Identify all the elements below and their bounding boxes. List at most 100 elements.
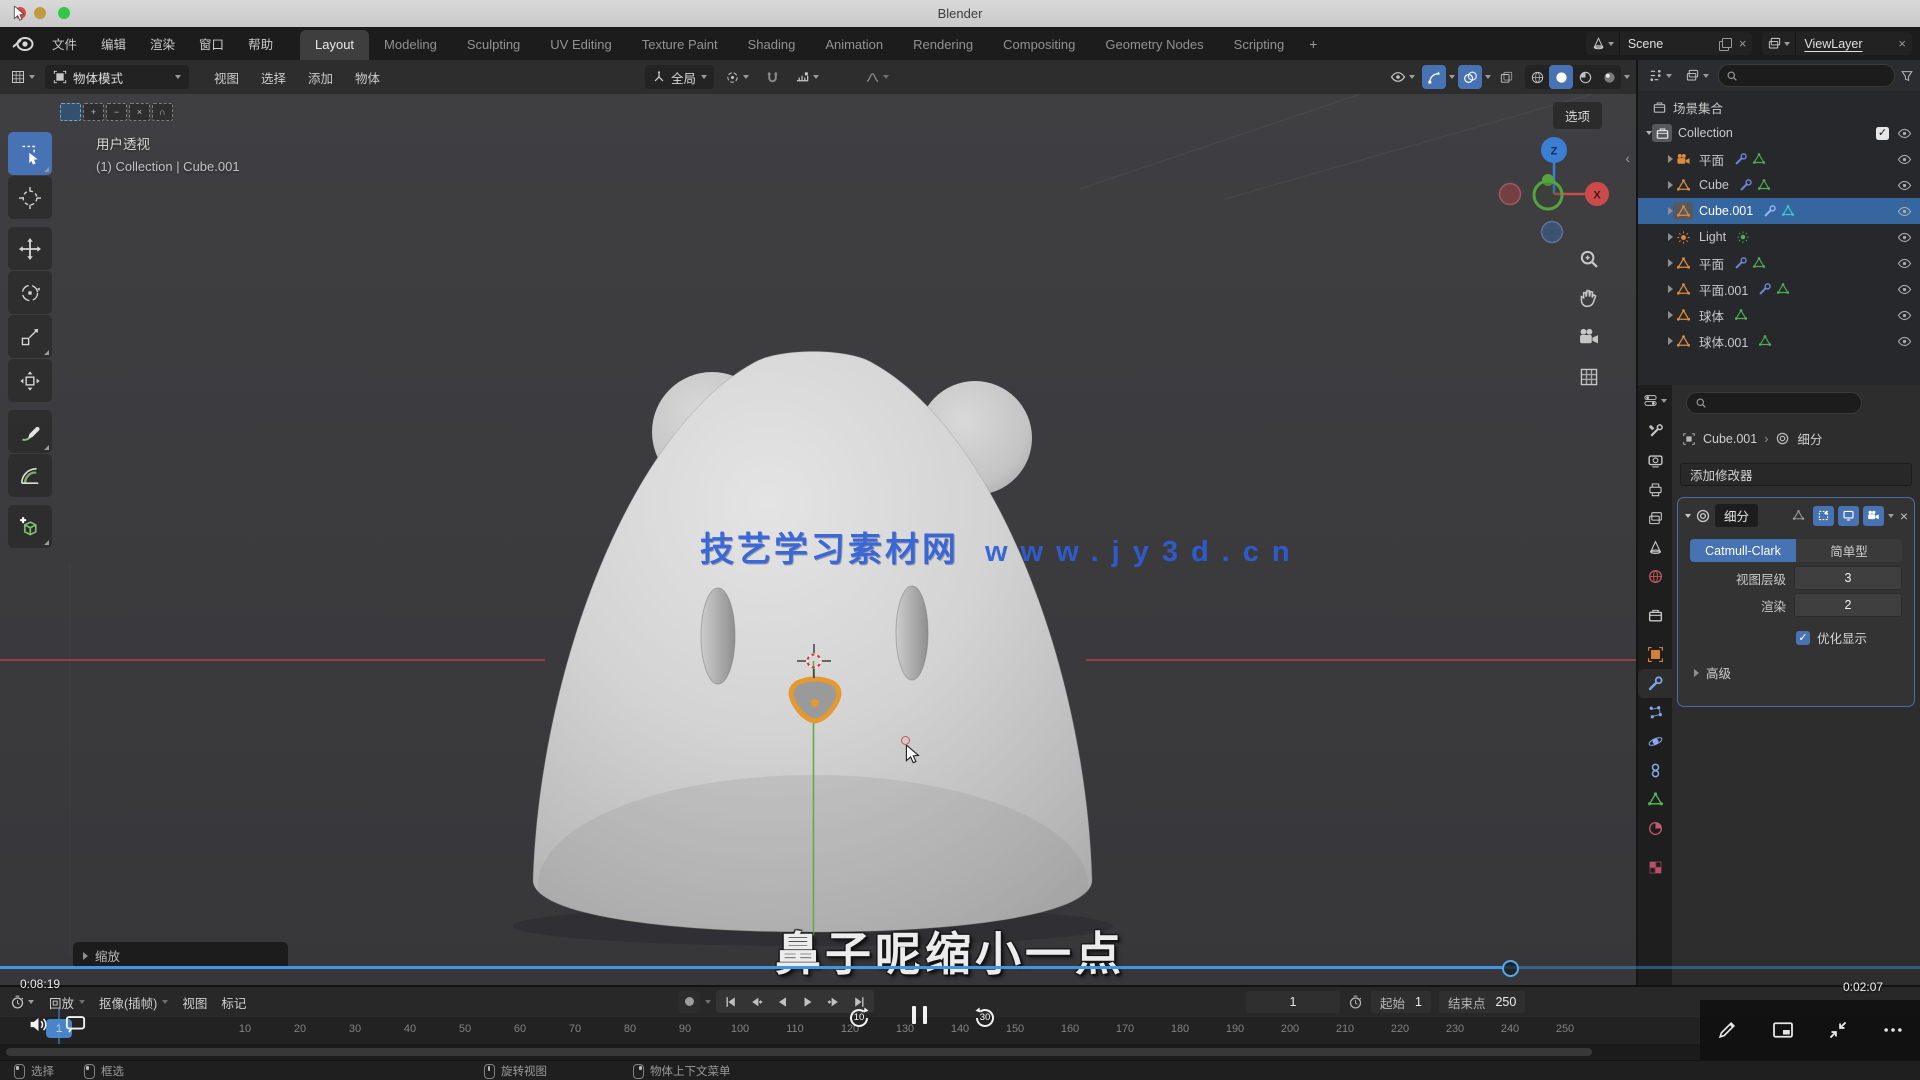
- visibility-eye-icon[interactable]: [1897, 126, 1912, 141]
- visibility-eye-icon[interactable]: [1897, 308, 1912, 323]
- timeline-ruler[interactable]: 1020304050607080901001101201301401501601…: [0, 1017, 1920, 1044]
- workspace-tab-layout[interactable]: Layout: [300, 30, 369, 60]
- subdivision-type-simple[interactable]: 简单型: [1796, 539, 1902, 562]
- workspace-tab-compositing[interactable]: Compositing: [988, 30, 1090, 60]
- overlays-toggle[interactable]: [1458, 65, 1482, 89]
- volume-icon[interactable]: [28, 1014, 49, 1035]
- timeline-editor-type-button[interactable]: [6, 992, 38, 1013]
- select-mode-subtract-icon[interactable]: −: [106, 103, 127, 121]
- shading-wireframe[interactable]: [1525, 65, 1549, 89]
- select-mode-set-icon[interactable]: [60, 103, 81, 121]
- breadcrumb-object[interactable]: Cube.001: [1703, 432, 1757, 446]
- outliner-row-7[interactable]: 球体.001: [1638, 328, 1920, 354]
- properties-tab-particles[interactable]: [1638, 698, 1672, 727]
- viewport-menu-3[interactable]: 物体: [346, 64, 389, 91]
- modifier-extras-icon[interactable]: [1888, 514, 1894, 518]
- blender-logo-icon[interactable]: [12, 34, 34, 52]
- new-scene-icon[interactable]: [1719, 38, 1730, 49]
- properties-tab-tool[interactable]: [1638, 417, 1672, 446]
- properties-tab-view-layer[interactable]: [1638, 504, 1672, 533]
- subtitles-icon[interactable]: [64, 1012, 87, 1035]
- visibility-eye-icon[interactable]: [1897, 178, 1912, 193]
- modifier-close-icon[interactable]: ×: [1900, 508, 1908, 524]
- viewport-3d[interactable]: +−×∩ 用户透视 (1) Collection | Cube.001 选项 ‹…: [0, 94, 1636, 985]
- outliner-row-1[interactable]: Cube: [1638, 172, 1920, 198]
- mode-selector[interactable]: 物体模式: [45, 65, 189, 89]
- workspace-tab-scripting[interactable]: Scripting: [1219, 30, 1300, 60]
- exit-fullscreen-icon[interactable]: [1827, 1019, 1849, 1041]
- subdivision-type-catmull-clark[interactable]: Catmull-Clark: [1690, 539, 1796, 562]
- visibility-eye-icon[interactable]: [1897, 204, 1912, 219]
- modifier-on-cage-toggle[interactable]: [1788, 506, 1809, 526]
- modifier-realtime-toggle[interactable]: [1838, 506, 1859, 526]
- pan-view-hand-icon[interactable]: [1578, 287, 1600, 309]
- topbar-menu-2[interactable]: 渲染: [140, 30, 185, 57]
- video-progress-played[interactable]: [0, 966, 1502, 969]
- scene-selector[interactable]: Scene ×: [1586, 32, 1753, 55]
- properties-tab-constraints[interactable]: [1638, 756, 1672, 785]
- viewlayer-selector[interactable]: ViewLayer ×: [1762, 32, 1912, 55]
- outliner-row-4[interactable]: 平面: [1638, 250, 1920, 276]
- navigation-gizmo[interactable]: Z X: [1494, 134, 1614, 254]
- current-frame-field[interactable]: 1: [1246, 991, 1340, 1013]
- cursor-tool-icon[interactable]: [8, 176, 52, 219]
- picture-in-picture-icon[interactable]: [1771, 1018, 1795, 1042]
- viewport-menu-1[interactable]: 选择: [252, 64, 295, 91]
- play-reverse-button[interactable]: [769, 991, 795, 1012]
- select-mode-extend-icon[interactable]: +: [83, 103, 104, 121]
- skip-back-10-button[interactable]: 10: [846, 1005, 872, 1031]
- rotate-tool-icon[interactable]: [8, 271, 52, 314]
- properties-tab-texture[interactable]: [1638, 853, 1672, 882]
- gizmos-toggle[interactable]: [1422, 65, 1446, 89]
- transform-orientation-selector[interactable]: 全局: [645, 65, 714, 89]
- video-progress-remaining[interactable]: [1502, 966, 1920, 969]
- outliner-row-5[interactable]: 平面.001: [1638, 276, 1920, 302]
- measure-tool-icon[interactable]: [8, 454, 52, 497]
- unlink-scene-icon[interactable]: ×: [1733, 36, 1753, 51]
- workspace-tab-sculpting[interactable]: Sculpting: [452, 30, 535, 60]
- shading-solid[interactable]: [1549, 65, 1573, 89]
- select-mode-intersect-icon[interactable]: ∩: [152, 103, 173, 121]
- field-value[interactable]: 3: [1794, 566, 1902, 590]
- visibility-eye-icon[interactable]: [1897, 334, 1912, 349]
- more-options-icon[interactable]: [1882, 1019, 1904, 1041]
- properties-tab-physics[interactable]: [1638, 727, 1672, 756]
- outliner-row-0[interactable]: 平面: [1638, 146, 1920, 172]
- jump-to-start-button[interactable]: [717, 991, 743, 1012]
- video-progress-knob[interactable]: [1502, 960, 1519, 977]
- visibility-eye-icon[interactable]: [1897, 256, 1912, 271]
- workspace-tab-rendering[interactable]: Rendering: [898, 30, 988, 60]
- transform-tool-icon[interactable]: [8, 359, 52, 402]
- play-button[interactable]: [795, 991, 821, 1012]
- show-object-types[interactable]: [1386, 66, 1419, 88]
- properties-search-input[interactable]: [1686, 392, 1862, 414]
- modifier-name-field[interactable]: 细分: [1715, 504, 1758, 527]
- optimal-display-row[interactable]: ✓ 优化显示: [1796, 628, 1914, 647]
- annotate-tool-icon[interactable]: [8, 410, 52, 453]
- topbar-menu-1[interactable]: 编辑: [91, 30, 136, 57]
- minimize-window-button[interactable]: [34, 7, 46, 19]
- workspace-tab-animation[interactable]: Animation: [810, 30, 898, 60]
- properties-editor-type-button[interactable]: [1639, 390, 1671, 411]
- zoom-window-button[interactable]: [58, 7, 70, 19]
- viewlayer-name[interactable]: ViewLayer: [1796, 37, 1892, 51]
- annotate-video-icon[interactable]: [1716, 1019, 1738, 1041]
- workspace-tab-shading[interactable]: Shading: [733, 30, 811, 60]
- skip-forward-30-button[interactable]: 30: [972, 1005, 998, 1031]
- modifier-render-toggle[interactable]: [1863, 506, 1884, 526]
- zoom-view-icon[interactable]: [1578, 248, 1600, 270]
- shading-rendered[interactable]: [1597, 65, 1621, 89]
- outliner-row-collection[interactable]: Collection✓: [1638, 120, 1920, 146]
- outliner-display-mode-button[interactable]: [1681, 65, 1713, 86]
- outliner-row-scene-collection[interactable]: 场景集合: [1638, 94, 1920, 120]
- properties-tab-render[interactable]: [1638, 446, 1672, 475]
- auto-keyframe-button[interactable]: [678, 991, 700, 1013]
- properties-tab-material[interactable]: [1638, 814, 1672, 843]
- viewport-menu-2[interactable]: 添加: [299, 64, 342, 91]
- properties-tab-modifiers[interactable]: [1638, 669, 1672, 698]
- outliner-editor-type-button[interactable]: [1644, 65, 1676, 86]
- viewlayer-icon[interactable]: [1762, 32, 1796, 55]
- redo-panel[interactable]: 缩放: [73, 942, 288, 969]
- shading-material-preview[interactable]: [1573, 65, 1597, 89]
- toggle-ortho-grid-icon[interactable]: [1578, 366, 1600, 388]
